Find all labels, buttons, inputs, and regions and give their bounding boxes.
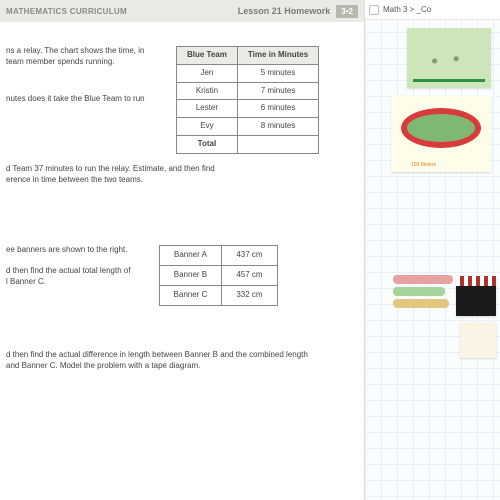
q4-line: d then find the actual difference in len… xyxy=(6,350,326,361)
table-row: Banner B457 cm xyxy=(159,266,277,286)
banner-swatches[interactable] xyxy=(393,275,457,317)
q3-line: l Banner C. xyxy=(6,277,131,288)
th-team: Blue Team xyxy=(177,47,238,65)
banner-c-swatch xyxy=(393,299,449,308)
q1-line: team member spends running. xyxy=(6,57,166,68)
breadcrumb-text[interactable]: Math 3 > _Co xyxy=(383,5,431,14)
question-1: ns a relay. The chart shows the time, in… xyxy=(6,46,354,154)
q3-line: ee banners are shown to the right. xyxy=(6,245,131,256)
track-oval-icon xyxy=(401,108,481,148)
track-label: 100 Meters xyxy=(411,162,436,168)
question-2b: d then find the actual difference in len… xyxy=(6,350,326,372)
table-row: Lester6 minutes xyxy=(177,100,319,118)
table-row: Banner C332 cm xyxy=(159,285,277,305)
th-time: Time in Minutes xyxy=(237,47,318,65)
q2-line: erence in time between the two teams. xyxy=(6,175,286,186)
table-row: Jen5 minutes xyxy=(177,64,319,82)
lesson-title: Lesson 21 Homework xyxy=(238,6,331,16)
q4-line: and Banner C. Model the problem with a t… xyxy=(6,361,326,372)
runners-illustration xyxy=(413,34,485,82)
small-card[interactable] xyxy=(460,322,496,358)
curriculum-label: MATHEMATICS CURRICULUM xyxy=(6,7,127,16)
q3-line: d then find the actual total length of xyxy=(6,266,131,277)
table-row: Evy8 minutes xyxy=(177,118,319,136)
table-row: Kristin7 minutes xyxy=(177,82,319,100)
checkbox-icon[interactable] xyxy=(369,5,379,15)
q1-sub-a: nutes does it take the Blue Team to run xyxy=(6,94,166,105)
banner-table: Banner A437 cm Banner B457 cm Banner C33… xyxy=(159,245,278,305)
lesson-badge: 3•2 xyxy=(336,5,358,18)
document-column: MATHEMATICS CURRICULUM Lesson 21 Homewor… xyxy=(0,0,365,500)
q1-line: ns a relay. The chart shows the time, in xyxy=(6,46,166,57)
worksheet-body: ns a relay. The chart shows the time, in… xyxy=(0,22,364,377)
storefront-card[interactable] xyxy=(456,276,496,316)
track-diagram-card[interactable]: 100 Meters xyxy=(391,96,491,172)
storefront-dark xyxy=(456,286,496,316)
question-1b: d Team 37 minutes to run the relay. Esti… xyxy=(6,164,286,186)
blue-team-table: Blue Team Time in Minutes Jen5 minutes K… xyxy=(176,46,319,154)
table-row: Banner A437 cm xyxy=(159,246,277,266)
banner-a-swatch xyxy=(393,275,453,284)
banner-b-swatch xyxy=(393,287,445,296)
breadcrumb: Math 3 > _Co xyxy=(365,0,500,20)
question-2: ee banners are shown to the right. d the… xyxy=(6,245,354,305)
photo-card-runners[interactable] xyxy=(407,28,491,88)
awning-icon xyxy=(456,276,496,286)
table-row-total: Total xyxy=(177,135,319,153)
worksheet-header: MATHEMATICS CURRICULUM Lesson 21 Homewor… xyxy=(0,0,364,22)
q2-line: d Team 37 minutes to run the relay. Esti… xyxy=(6,164,286,175)
